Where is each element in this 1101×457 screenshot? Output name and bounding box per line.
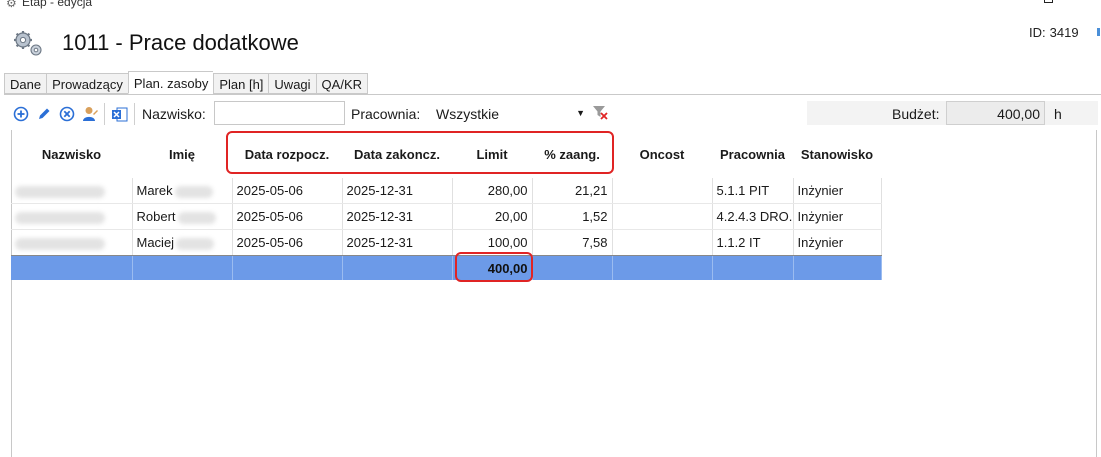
table-row[interactable]: Marek 2025-05-06 2025-12-31 280,00 21,21… (11, 178, 882, 204)
cell-imie[interactable]: Maciej (132, 229, 233, 256)
column-header-oncost[interactable]: Oncost (612, 130, 712, 178)
first-name: Maciej (136, 235, 175, 250)
cell-start-date[interactable]: 2025-05-06 (232, 178, 343, 204)
column-header-zaang[interactable]: % zaang. (532, 130, 612, 178)
budget-label: Budżet: (892, 106, 940, 122)
cell-oncost[interactable] (612, 229, 713, 256)
summary-cell (612, 255, 713, 280)
page-title: 1011 - Prace dodatkowe (62, 30, 299, 55)
cell-limit[interactable]: 20,00 (452, 203, 533, 230)
summary-row: 400,00 (11, 255, 882, 280)
chevron-down-icon: ▼ (576, 108, 585, 118)
cell-nazwisko[interactable] (11, 229, 133, 256)
tab-plan-h[interactable]: Plan [h] (213, 73, 269, 94)
cell-stanowisko[interactable]: Inżynier (793, 203, 882, 230)
cell-zaang[interactable]: 7,58 (532, 229, 613, 256)
cell-pracownia[interactable]: 1.1.2 IT (712, 229, 794, 256)
column-header-data-rozpocz[interactable]: Data rozpocz. (232, 130, 342, 178)
edit-icon[interactable] (35, 105, 53, 123)
column-header-stanowisko[interactable]: Stanowisko (793, 130, 881, 178)
cell-imie[interactable]: Marek (132, 178, 233, 204)
cell-nazwisko[interactable] (11, 203, 133, 230)
redacted-text (15, 211, 105, 224)
summary-cell (132, 255, 233, 280)
summary-cell (793, 255, 882, 280)
cell-end-date[interactable]: 2025-12-31 (342, 203, 453, 230)
cell-stanowisko[interactable]: Inżynier (793, 178, 882, 204)
tab-strip: Dane Prowadzący Plan. zasoby Plan [h] Uw… (4, 71, 369, 95)
resource-grid: Nazwisko Imię Data rozpocz. Data zakoncz… (11, 130, 882, 280)
cell-start-date[interactable]: 2025-05-06 (232, 229, 343, 256)
tab-qa-kr[interactable]: QA/KR (315, 73, 369, 94)
grid-header-row: Nazwisko Imię Data rozpocz. Data zakoncz… (11, 130, 881, 178)
cell-pracownia[interactable]: 5.1.1 PIT (712, 178, 794, 204)
column-header-pracownia[interactable]: Pracownia (712, 130, 793, 178)
table-row[interactable]: Robert 2025-05-06 2025-12-31 20,00 1,52 … (11, 203, 882, 230)
budget-value: 400,00 (946, 101, 1045, 125)
cell-zaang[interactable]: 21,21 (532, 178, 613, 204)
cell-limit[interactable]: 280,00 (452, 178, 533, 204)
workshop-filter-label: Pracownia: (351, 106, 421, 122)
tab-dane[interactable]: Dane (4, 73, 47, 94)
name-filter-input[interactable] (214, 101, 345, 125)
record-id: ID: 3419 (1029, 25, 1079, 40)
app-icon: ⚙ (6, 0, 17, 10)
tab-divider (4, 94, 1101, 95)
toolbar-separator (104, 103, 105, 125)
summary-cell (532, 255, 613, 280)
toolbar-separator (134, 103, 135, 125)
gears-icon (11, 29, 45, 57)
cell-end-date[interactable]: 2025-12-31 (342, 229, 453, 256)
summary-cell (11, 255, 133, 280)
id-value: 3419 (1049, 25, 1079, 40)
redacted-text (174, 185, 213, 198)
workshop-select[interactable]: Wszystkie ▼ (432, 101, 587, 125)
redacted-text (15, 237, 105, 250)
cell-nazwisko[interactable] (11, 178, 133, 204)
cell-stanowisko[interactable]: Inżynier (793, 229, 882, 256)
window-titlebar: ⚙ Etap - edycja (0, 0, 1101, 14)
tab-prowadzacy[interactable]: Prowadzący (46, 73, 128, 94)
redacted-text (15, 185, 105, 198)
redacted-text (176, 237, 215, 250)
delete-icon[interactable] (58, 105, 76, 123)
cell-zaang[interactable]: 1,52 (532, 203, 613, 230)
cell-limit[interactable]: 100,00 (452, 229, 533, 256)
cell-oncost[interactable] (612, 203, 713, 230)
add-icon[interactable] (12, 105, 30, 123)
first-name: Robert (136, 209, 176, 224)
column-header-data-zakoncz[interactable]: Data zakoncz. (342, 130, 452, 178)
maximize-button[interactable] (1044, 0, 1053, 3)
tab-plan-zasoby[interactable]: Plan. zasoby (127, 71, 214, 94)
table-row[interactable]: Maciej 2025-05-06 2025-12-31 100,00 7,58… (11, 229, 882, 256)
excel-icon[interactable] (110, 105, 128, 123)
summary-limit-total: 400,00 (452, 255, 533, 280)
name-filter-label: Nazwisko: (142, 106, 206, 122)
column-header-limit[interactable]: Limit (452, 130, 532, 178)
window-title: Etap - edycja (22, 0, 93, 9)
redacted-text (177, 211, 216, 224)
id-label: ID: (1029, 25, 1046, 40)
summary-cell (712, 255, 794, 280)
cell-imie[interactable]: Robert (132, 203, 233, 230)
cell-pracownia[interactable]: 4.2.4.3 DRO.C (712, 203, 794, 230)
edge-marker (1097, 28, 1100, 36)
column-header-imie[interactable]: Imię (132, 130, 232, 178)
filter-clear-icon[interactable] (592, 104, 608, 120)
summary-cell (232, 255, 343, 280)
tab-uwagi[interactable]: Uwagi (268, 73, 316, 94)
workshop-select-value: Wszystkie (436, 106, 499, 122)
cell-end-date[interactable]: 2025-12-31 (342, 178, 453, 204)
toolbar: Nazwisko: Pracownia: Wszystkie ▼ Budżet:… (8, 99, 1098, 127)
budget-unit: h (1054, 106, 1062, 122)
cell-start-date[interactable]: 2025-05-06 (232, 203, 343, 230)
summary-cell (342, 255, 453, 280)
first-name: Marek (136, 183, 173, 198)
column-header-nazwisko[interactable]: Nazwisko (11, 130, 132, 178)
user-icon[interactable] (81, 105, 99, 123)
cell-oncost[interactable] (612, 178, 713, 204)
